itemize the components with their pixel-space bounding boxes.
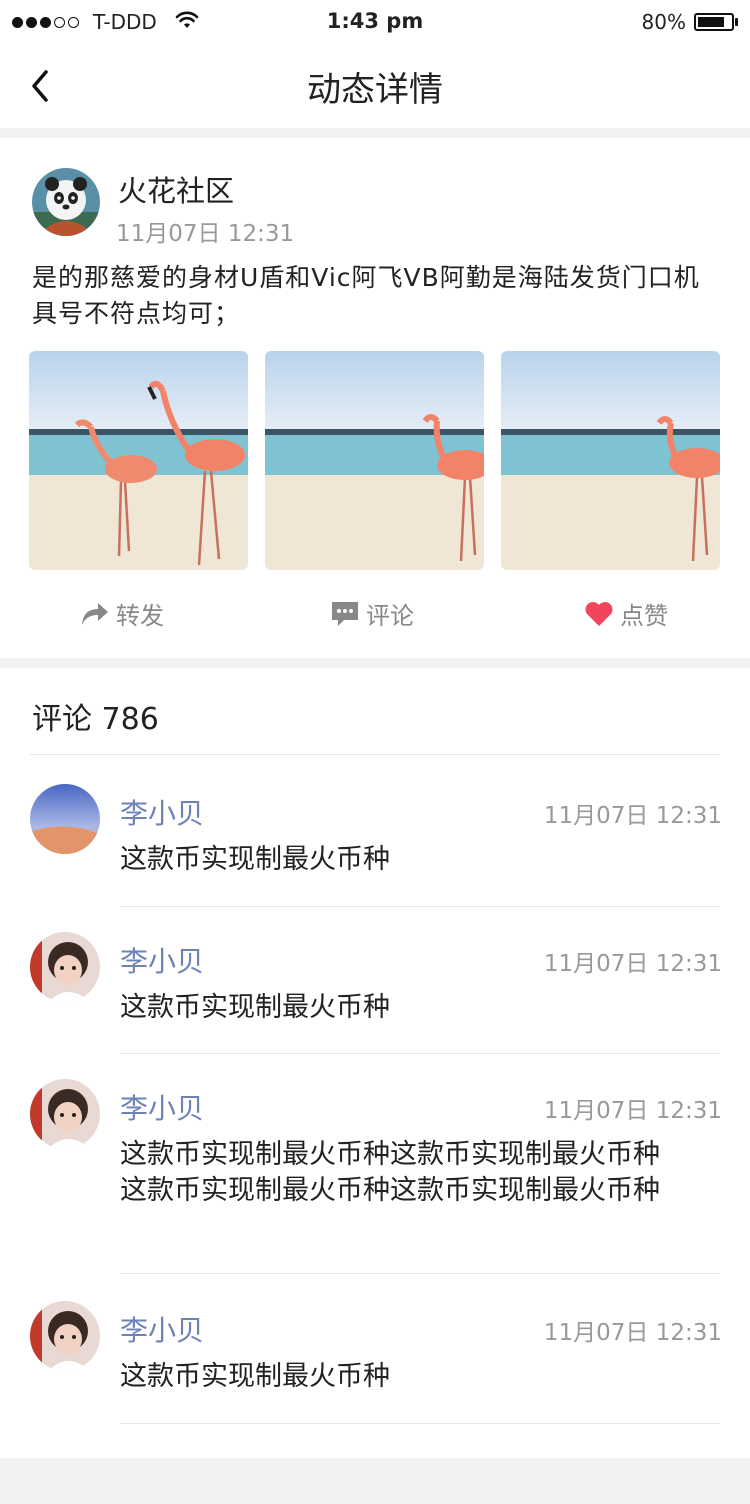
post-photo-2[interactable] — [265, 351, 484, 570]
post-photo-3[interactable] — [501, 351, 720, 570]
comment-time: 11月07日 12:31 — [543, 1320, 722, 1346]
post-text: 是的那慈爱的身材U盾和Vic阿飞VB阿勤是海陆发货门口机具号不符点均可； — [32, 263, 700, 328]
comment-time: 11月07日 12:31 — [543, 951, 722, 977]
comment-button[interactable]: 评论 — [330, 596, 414, 631]
status-right: 80% — [642, 10, 738, 34]
commenter-name[interactable]: 李小贝 — [120, 792, 204, 832]
share-label: 转发 — [116, 602, 164, 630]
commenter-avatar[interactable] — [30, 784, 100, 854]
divider — [120, 1053, 720, 1054]
commenter-name[interactable]: 李小贝 — [120, 940, 204, 980]
divider — [120, 1273, 720, 1274]
commenter-avatar[interactable] — [30, 932, 100, 1002]
post-photo-1[interactable] — [29, 351, 248, 570]
page-title: 动态详情 — [307, 70, 443, 110]
comments-header: 评论 786 — [32, 702, 159, 737]
comment-time: 11月07日 12:31 — [543, 1098, 722, 1124]
commenter-name[interactable]: 李小贝 — [120, 1309, 204, 1349]
status-time: 1:43 pm — [326, 9, 424, 33]
share-button[interactable]: 转发 — [80, 596, 164, 631]
comment-text: 这款币实现制最火币种 — [120, 1361, 390, 1392]
comment-text: 这款币实现制最火币种这款币实现制最火币种这款币实现制最火币种这款币实现制最火币种 — [120, 1139, 660, 1206]
divider — [120, 1423, 720, 1424]
comment-text: 这款币实现制最火币种 — [120, 844, 390, 875]
commenter-avatar[interactable] — [30, 1301, 100, 1371]
post-author[interactable]: 火花社区 — [118, 168, 234, 210]
divider — [120, 906, 720, 907]
battery-icon — [694, 13, 734, 31]
battery-percent: 80% — [641, 10, 686, 34]
post-actions: 转发 评论 点赞 — [0, 584, 750, 644]
author-avatar[interactable] — [32, 168, 100, 236]
heart-icon — [585, 601, 613, 626]
comment-icon — [332, 601, 358, 626]
photo-grid — [29, 351, 720, 570]
comments-section: 评论 786 李小贝 11月07日 12:31 这款币实现制最火币种 李小贝 1… — [0, 668, 750, 1458]
post-time: 11月07日 12:31 — [116, 221, 295, 247]
share-icon — [82, 602, 108, 625]
commenter-name[interactable]: 李小贝 — [120, 1087, 204, 1127]
nav-bar: 动态详情 — [0, 44, 750, 128]
comment-text: 这款币实现制最火币种 — [120, 992, 390, 1023]
like-button[interactable]: 点赞 — [584, 596, 668, 631]
divider — [30, 754, 720, 755]
post-card: 火花社区 11月07日 12:31 是的那慈爱的身材U盾和Vic阿飞VB阿勤是海… — [0, 138, 750, 658]
status-bar: T-DDD 1:43 pm 80% — [0, 0, 750, 44]
comment-label: 评论 — [366, 602, 414, 630]
commenter-avatar[interactable] — [30, 1079, 100, 1149]
like-label: 点赞 — [620, 602, 668, 630]
comment-time: 11月07日 12:31 — [543, 803, 722, 829]
